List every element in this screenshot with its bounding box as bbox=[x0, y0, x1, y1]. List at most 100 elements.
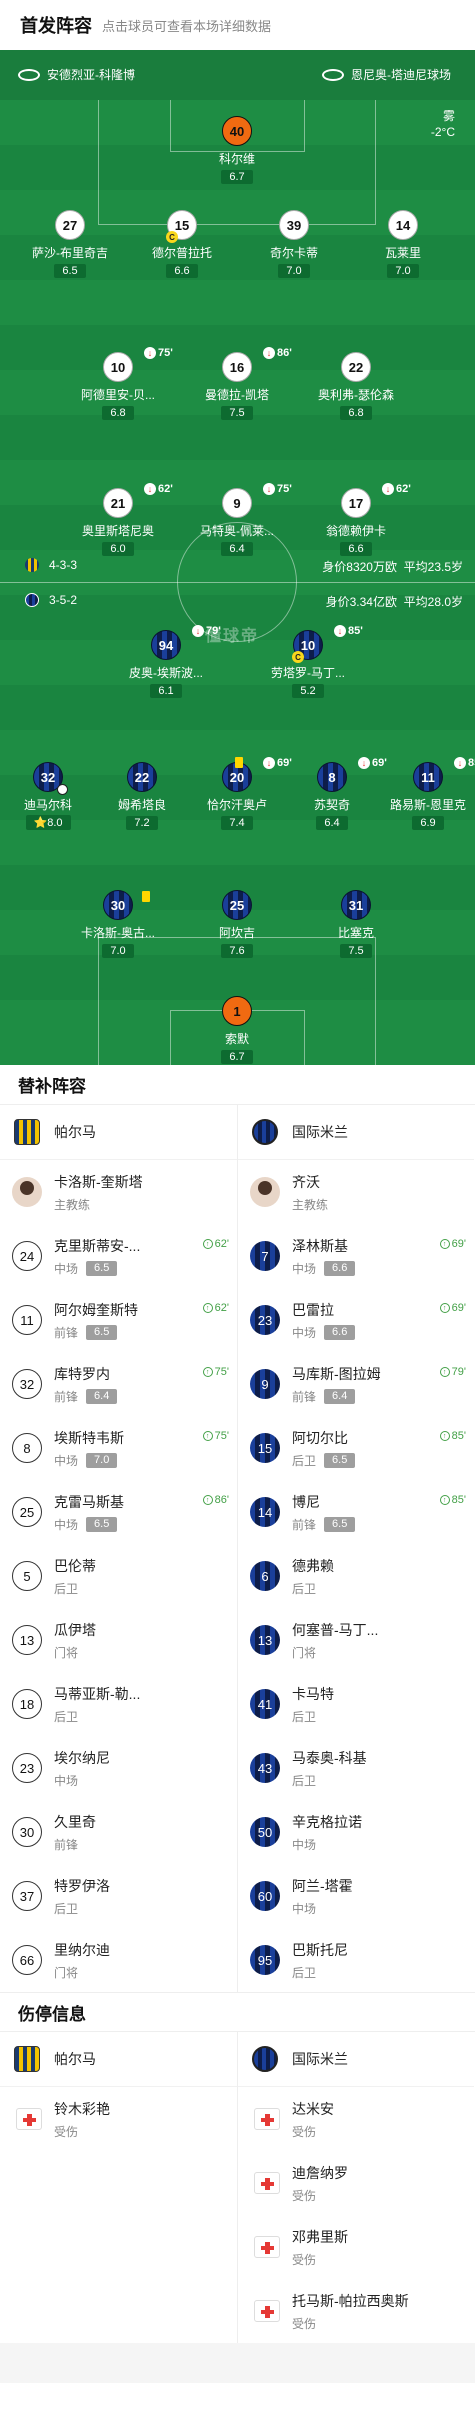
player-name: 久里奇 bbox=[54, 1813, 96, 1830]
medical-kit-icon bbox=[254, 2300, 280, 2322]
away-formation-shape: 3-5-2 bbox=[49, 593, 78, 607]
injury-row[interactable]: 达米安 受伤 bbox=[238, 2087, 474, 2151]
player-rating: 7.4 bbox=[221, 816, 253, 830]
pitch-player[interactable]: 1 索默 6.7 bbox=[182, 996, 292, 1065]
weather: 雾 -2°C bbox=[431, 108, 455, 140]
player-number: 17 ↓ 62' bbox=[341, 483, 411, 518]
pitch-player[interactable]: 25 阿坎吉 7.6 bbox=[182, 890, 292, 959]
page-subtitle: 点击球员可查看本场详细数据 bbox=[102, 18, 272, 34]
sub-player-row[interactable]: 6 德弗赖 后卫 bbox=[238, 1544, 474, 1608]
pitch-player[interactable]: 20 ↓ 69' 恰尔汗奥卢 7.4 bbox=[182, 757, 292, 831]
sub-player-row[interactable]: 32 库特罗内 前锋 6.4 ↑ 75' bbox=[0, 1352, 237, 1416]
away-injuries: 国际米兰 达米安 受伤 迪詹纳罗 受伤 邓弗里斯 受伤 托马斯-帕拉西奥斯 受伤 bbox=[237, 2032, 474, 2343]
player-rating: 6.5 bbox=[86, 1324, 118, 1340]
medical-kit-icon bbox=[254, 2172, 280, 2194]
pitch-player[interactable]: 15 C 德尔普拉托 6.6 bbox=[127, 210, 237, 279]
sub-player-row[interactable]: 24 克里斯蒂安-... 中场 6.5 ↑ 62' bbox=[0, 1224, 237, 1288]
sub-player-row[interactable]: 43 马泰奥-科基 后卫 bbox=[238, 1736, 474, 1800]
sub-player-row[interactable]: 30 久里奇 前锋 bbox=[0, 1800, 237, 1864]
goal-ball-icon bbox=[57, 784, 68, 795]
injury-row[interactable]: 邓弗里斯 受伤 bbox=[238, 2215, 474, 2279]
away-subs: 国际米兰 齐沃 主教练 7 泽林斯基 中场 6.6 ↑ 69' 23 巴雷拉 中场 6.6 ↑ 69'… bbox=[237, 1105, 474, 1992]
pitch-player[interactable]: 31 比塞克 7.5 bbox=[301, 890, 411, 959]
player-rating: 7.0 bbox=[86, 1452, 118, 1468]
sub-player-row[interactable]: 11 阿尔姆奎斯特 前锋 6.5 ↑ 62' bbox=[0, 1288, 237, 1352]
injury-status: 受伤 bbox=[292, 2316, 317, 2331]
subs-section-title: 替补阵容 bbox=[0, 1065, 475, 1105]
player-number: 95 bbox=[250, 1945, 280, 1975]
pitch-player[interactable]: 14 瓦莱里 7.0 bbox=[348, 210, 458, 279]
away-value: 身价3.34亿欧 平均28.0岁 bbox=[326, 593, 463, 610]
player-name: 阿尔姆奎斯特 bbox=[54, 1301, 138, 1318]
sub-player-row[interactable]: 95 巴斯托尼 后卫 bbox=[238, 1928, 474, 1992]
pitch-player[interactable]: 39 奇尔卡蒂 7.0 bbox=[239, 210, 349, 279]
pitch-player[interactable]: 9 ↓ 75' 马特奥-佩莱... 6.4 bbox=[182, 483, 292, 557]
player-name: 阿兰-塔霍 bbox=[292, 1877, 353, 1894]
sub-out-indicator: ↓ 62' bbox=[144, 483, 173, 495]
sub-out-icon: ↓ bbox=[144, 483, 156, 495]
player-rating: 6.4 bbox=[316, 816, 348, 830]
pitch-player[interactable]: 21 ↓ 62' 奥里斯塔尼奥 6.0 bbox=[63, 483, 173, 557]
player-name: 埃尔纳尼 bbox=[54, 1749, 110, 1766]
player-number: 15 bbox=[250, 1433, 280, 1463]
pitch-player[interactable]: 27 萨沙-布里奇吉 6.5 bbox=[15, 210, 125, 279]
sub-player-row[interactable]: 8 埃斯特韦斯 中场 7.0 ↑ 75' bbox=[0, 1416, 237, 1480]
pitch-player[interactable]: 40 科尔维 6.7 bbox=[182, 116, 292, 185]
player-name: 皮奥-埃斯波... bbox=[129, 666, 203, 680]
player-rating: 6.4 bbox=[324, 1388, 356, 1404]
home-coach[interactable]: 卡洛斯-奎斯塔 主教练 bbox=[0, 1160, 237, 1224]
pitch-player[interactable]: 17 ↓ 62' 翁德赖伊卡 6.6 bbox=[301, 483, 411, 557]
injury-row[interactable]: 托马斯-帕拉西奥斯 受伤 bbox=[238, 2279, 474, 2343]
sub-in-icon: ↑ bbox=[202, 1495, 213, 1505]
pitch-player[interactable]: 22 姆希塔良 7.2 bbox=[87, 762, 197, 831]
player-number: 1 bbox=[222, 996, 252, 1026]
sub-player-row[interactable]: 18 马蒂亚斯-勒... 后卫 bbox=[0, 1672, 237, 1736]
avatar bbox=[12, 1177, 42, 1207]
away-coach[interactable]: 齐沃 主教练 bbox=[238, 1160, 474, 1224]
pitch-player[interactable]: 30 卡洛斯-奥古... 7.0 bbox=[63, 890, 173, 959]
sub-in-indicator: ↑ 62' bbox=[202, 1238, 229, 1250]
sub-player-row[interactable]: 60 阿兰-塔霍 中场 bbox=[238, 1864, 474, 1928]
sub-player-row[interactable]: 37 特罗伊洛 后卫 bbox=[0, 1864, 237, 1928]
player-rating: 6.8 bbox=[340, 406, 372, 420]
pitch-player[interactable]: 16 ↓ 86' 曼德拉-凯塔 7.5 bbox=[182, 347, 292, 421]
sub-player-row[interactable]: 13 何塞普-马丁... 门将 bbox=[238, 1608, 474, 1672]
player-position: 中场 bbox=[54, 1261, 79, 1276]
sub-player-row[interactable]: 14 博尼 前锋 6.5 ↑ 85' bbox=[238, 1480, 474, 1544]
sub-out-icon: ↓ bbox=[144, 347, 156, 359]
sub-player-row[interactable]: 50 辛克格拉诺 中场 bbox=[238, 1800, 474, 1864]
injury-row[interactable]: 铃木彩艳 受伤 bbox=[0, 2087, 237, 2151]
sub-player-row[interactable]: 13 瓜伊塔 门将 bbox=[0, 1608, 237, 1672]
sub-player-row[interactable]: 9 马库斯-图拉姆 前锋 6.4 ↑ 79' bbox=[238, 1352, 474, 1416]
sub-in-indicator: ↑ 86' bbox=[202, 1494, 229, 1506]
player-number: 23 bbox=[250, 1305, 280, 1335]
avatar bbox=[250, 1177, 280, 1207]
pitch-player[interactable]: 11↓85' 路易斯-恩里克 6.9 bbox=[373, 757, 475, 831]
sub-in-icon: ↑ bbox=[202, 1239, 213, 1249]
sub-player-row[interactable]: 7 泽林斯基 中场 6.6 ↑ 69' bbox=[238, 1224, 474, 1288]
pitch-player[interactable]: 22 奥利弗-瑟伦森 6.8 bbox=[301, 352, 411, 421]
sub-player-row[interactable]: 23 埃尔纳尼 中场 bbox=[0, 1736, 237, 1800]
player-name: 阿切尔比 bbox=[292, 1429, 348, 1446]
sub-player-row[interactable]: 23 巴雷拉 中场 6.6 ↑ 69' bbox=[238, 1288, 474, 1352]
sub-player-row[interactable]: 41 卡马特 后卫 bbox=[238, 1672, 474, 1736]
sub-player-row[interactable]: 25 克雷马斯基 中场 6.5 ↑ 86' bbox=[0, 1480, 237, 1544]
player-name: 苏契奇 bbox=[313, 798, 350, 812]
player-name: 奥利弗-瑟伦森 bbox=[318, 388, 394, 402]
coach-role: 主教练 bbox=[54, 1197, 91, 1212]
player-name: 铃木彩艳 bbox=[54, 2100, 110, 2117]
sub-out-icon: ↓ bbox=[263, 483, 275, 495]
pitch-player[interactable]: 8 ↓ 69' 苏契奇 6.4 bbox=[277, 757, 387, 831]
player-rating: 7.5 bbox=[340, 944, 372, 958]
pitch-player[interactable]: 10 ↓ 75' 阿德里安-贝... 6.8 bbox=[63, 347, 173, 421]
player-name: 库特罗内 bbox=[54, 1365, 110, 1382]
injury-row[interactable]: 迪詹纳罗 受伤 bbox=[238, 2151, 474, 2215]
sub-player-row[interactable]: 15 阿切尔比 后卫 6.5 ↑ 85' bbox=[238, 1416, 474, 1480]
parma-logo-icon bbox=[25, 558, 39, 572]
pitch-player[interactable]: 10 ↓ 85' C 劳塔罗-马丁... 5.2 bbox=[253, 625, 363, 699]
pitch-player[interactable]: 94 ↓ 79' 皮奥-埃斯波... 6.1 bbox=[111, 625, 221, 699]
sub-in-icon: ↑ bbox=[439, 1367, 450, 1377]
sub-player-row[interactable]: 5 巴伦蒂 后卫 bbox=[0, 1544, 237, 1608]
sub-player-row[interactable]: 66 里纳尔迪 门将 bbox=[0, 1928, 237, 1992]
player-name: 托马斯-帕拉西奥斯 bbox=[292, 2292, 409, 2309]
